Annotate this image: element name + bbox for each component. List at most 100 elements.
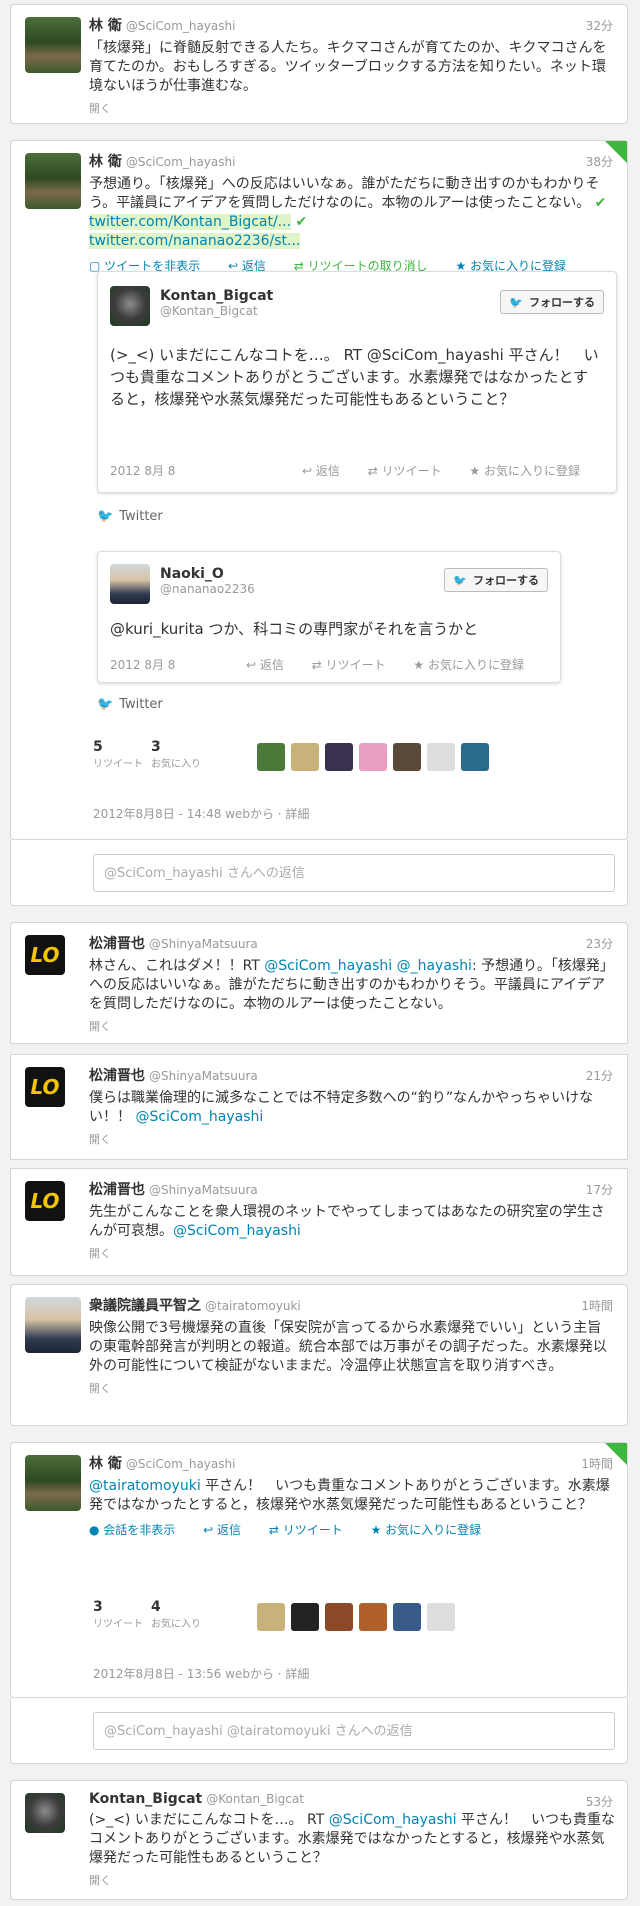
author-handle: @ShinyaMatsuura — [149, 937, 258, 951]
mention-link[interactable]: @SciCom_hayashi — [329, 1812, 457, 1828]
timestamp[interactable]: 53分 — [586, 1793, 613, 1810]
avatar[interactable] — [25, 1297, 81, 1353]
open-link[interactable]: 開く — [89, 1380, 615, 1396]
author-name[interactable]: Naoki_O — [160, 566, 255, 582]
embedded-tweet[interactable]: Kontan_Bigcat @Kontan_Bigcat 🐦 フォローする (>_… — [97, 271, 617, 493]
timestamp[interactable]: 32分 — [586, 17, 613, 34]
hide-conversation-button[interactable]: ● 会話を非表示 — [89, 1523, 187, 1537]
open-link[interactable]: 開く — [89, 1018, 615, 1034]
tweet-card[interactable]: 林 衛 @SciCom_hayashi 32分 「核爆発」に脊髄反射できる人たち。… — [10, 4, 628, 124]
embedded-actions: ↩ 返信 ⇄ リツイート ★ お気に入りに登録 — [246, 656, 548, 673]
author-name[interactable]: Kontan_Bigcat — [89, 1791, 202, 1807]
avatar[interactable] — [359, 743, 387, 771]
avatar[interactable] — [291, 743, 319, 771]
mention-link[interactable]: @SciCom_hayashi — [135, 1109, 263, 1125]
author-name[interactable]: Kontan_Bigcat — [160, 288, 273, 304]
tweet-text: 予想通り。「核爆発」への反応はいいなぁ。誰がただちに動き出すのかもわかりそう。平… — [89, 176, 607, 249]
favorite-count[interactable]: 4 お気に入り — [151, 1599, 201, 1630]
avatar[interactable]: LO — [25, 1181, 65, 1221]
timestamp[interactable]: 17分 — [586, 1181, 613, 1198]
avatar[interactable] — [325, 1603, 353, 1631]
retweet-count[interactable]: 3 リツイート — [93, 1599, 143, 1630]
embedded-date[interactable]: 2012 8月 8 — [110, 462, 175, 479]
reply-button[interactable]: ↩ 返信 — [203, 1523, 253, 1537]
retweet-button[interactable]: ⇄ リツイート — [368, 464, 454, 478]
bird-icon: 🐦 — [97, 697, 114, 712]
follow-button[interactable]: 🐦 フォローする — [500, 290, 604, 314]
avatar[interactable] — [291, 1603, 319, 1631]
mention-link[interactable]: @tairatomoyuki — [89, 1478, 201, 1494]
avatar[interactable] — [257, 743, 285, 771]
retweet-count[interactable]: 5 リツイート — [93, 739, 143, 770]
open-link[interactable]: 開く — [89, 1245, 615, 1261]
follow-button[interactable]: 🐦 フォローする — [444, 568, 548, 592]
tweet-link[interactable]: twitter.com/Kontan_Bigcat/... — [89, 214, 292, 230]
avatar[interactable] — [25, 153, 81, 209]
mention-link[interactable]: @SciCom_hayashi — [173, 1223, 301, 1239]
avatar[interactable] — [25, 1793, 65, 1833]
avatar[interactable] — [110, 286, 150, 326]
favorite-button[interactable]: ★ お気に入りに登録 — [371, 1523, 494, 1537]
author-name[interactable]: 林 衛 — [89, 18, 122, 34]
author-name[interactable]: 松浦晋也 — [89, 1182, 145, 1198]
avatar[interactable] — [25, 17, 81, 73]
author-name[interactable]: 林 衛 — [89, 154, 122, 170]
avatar[interactable] — [461, 743, 489, 771]
author-name[interactable]: 松浦晋也 — [89, 936, 145, 952]
timestamp[interactable]: 1時間 — [581, 1455, 613, 1472]
expanded-tweet-card[interactable]: 林 衛 @SciCom_hayashi 1時間 @tairatomoyuki 平さ… — [10, 1442, 628, 1698]
embedded-date[interactable]: 2012 8月 8 — [110, 656, 175, 673]
tweet-meta[interactable]: 2012年8月8日 - 13:56 webから · 詳細 — [93, 1665, 309, 1682]
retweet-button[interactable]: ⇄ リツイート — [312, 658, 398, 672]
open-link[interactable]: 開く — [89, 1872, 615, 1888]
avatar[interactable] — [257, 1603, 285, 1631]
favorite-button[interactable]: ★ お気に入りに登録 — [469, 464, 592, 478]
tweet-link[interactable]: twitter.com/nananao2236/st... — [89, 233, 301, 249]
timestamp[interactable]: 23分 — [586, 935, 613, 952]
tweet-card[interactable]: 衆議院議員平智之 @tairatomoyuki 1時間 映像公開で3号機爆発の直後… — [10, 1284, 628, 1426]
timestamp[interactable]: 38分 — [586, 153, 613, 170]
timestamp[interactable]: 1時間 — [581, 1297, 613, 1314]
reply-button[interactable]: ↩ 返信 — [302, 464, 352, 478]
avatar[interactable] — [110, 564, 150, 604]
embedded-tweet-text: @kuri_kurita つか、科コミの専門家がそれを言うかと — [110, 620, 479, 638]
retweeter-avatars — [257, 743, 489, 771]
tweet-text: 林さん、これはダメ！！RT @SciCom_hayashi @_hayashi:… — [89, 958, 614, 1012]
twitter-brand[interactable]: 🐦 Twitter — [97, 509, 163, 524]
open-link[interactable]: 開く — [89, 1131, 615, 1147]
avatar[interactable] — [427, 1603, 455, 1631]
author-name[interactable]: 松浦晋也 — [89, 1068, 145, 1084]
expanded-tweet-card[interactable]: 林 衛 @SciCom_hayashi 38分 予想通り。「核爆発」への反応はいい… — [10, 140, 628, 840]
tweet-card[interactable]: LO 松浦晋也 @ShinyaMatsuura 21分 僕らは職業倫理的に滅多なこ… — [10, 1054, 628, 1160]
embedded-tweet[interactable]: Naoki_O @nananao2236 🐦 フォローする @kuri_kurit… — [97, 551, 561, 683]
open-link[interactable]: 開く — [89, 100, 615, 116]
avatar[interactable]: LO — [25, 1067, 65, 1107]
avatar[interactable] — [427, 743, 455, 771]
avatar[interactable] — [25, 1455, 81, 1511]
tweet-card[interactable]: LO 松浦晋也 @ShinyaMatsuura 17分 先生がこんなことを衆人環視… — [10, 1168, 628, 1276]
tweet-card[interactable]: LO 松浦晋也 @ShinyaMatsuura 23分 林さん、これはダメ！！RT… — [10, 922, 628, 1044]
check-icon: ✔ — [295, 214, 308, 230]
mention-link[interactable]: @SciCom_hayashi — [264, 958, 392, 974]
avatar[interactable] — [325, 743, 353, 771]
reply-input[interactable]: @SciCom_hayashi さんへの返信 — [93, 854, 615, 892]
tweet-text: 「核爆発」に脊髄反射できる人たち。キクマコさんが育てたのか、キクマコさんを育てた… — [89, 40, 607, 94]
tweet-meta[interactable]: 2012年8月8日 - 14:48 webから · 詳細 — [93, 805, 309, 822]
avatar[interactable]: LO — [25, 935, 65, 975]
favorite-button[interactable]: ★ お気に入りに登録 — [413, 658, 536, 672]
reply-input[interactable]: @SciCom_hayashi @tairatomoyuki さんへの返信 — [93, 1712, 615, 1750]
favorite-count[interactable]: 3 お気に入り — [151, 739, 201, 770]
twitter-brand[interactable]: 🐦 Twitter — [97, 697, 163, 712]
tweet-card[interactable]: Kontan_Bigcat @Kontan_Bigcat 53分 (>_<) いま… — [10, 1780, 628, 1900]
avatar[interactable] — [359, 1603, 387, 1631]
author-name[interactable]: 衆議院議員平智之 — [89, 1298, 201, 1314]
avatar[interactable] — [393, 1603, 421, 1631]
mention-link[interactable]: @_hayashi — [397, 958, 472, 974]
retweet-button[interactable]: ⇄ リツイート — [269, 1523, 355, 1537]
avatar[interactable] — [393, 743, 421, 771]
author-name[interactable]: 林 衛 — [89, 1456, 122, 1472]
timestamp[interactable]: 21分 — [586, 1067, 613, 1084]
tweet-text: 先生がこんなことを衆人環視のネットでやってしまってはあなたの研究室の学生さんが可… — [89, 1204, 605, 1239]
tweet-text: (>_<) いまだにこんなコトを…。 RT @SciCom_hayashi 平さ… — [89, 1812, 615, 1866]
reply-button[interactable]: ↩ 返信 — [246, 658, 296, 672]
